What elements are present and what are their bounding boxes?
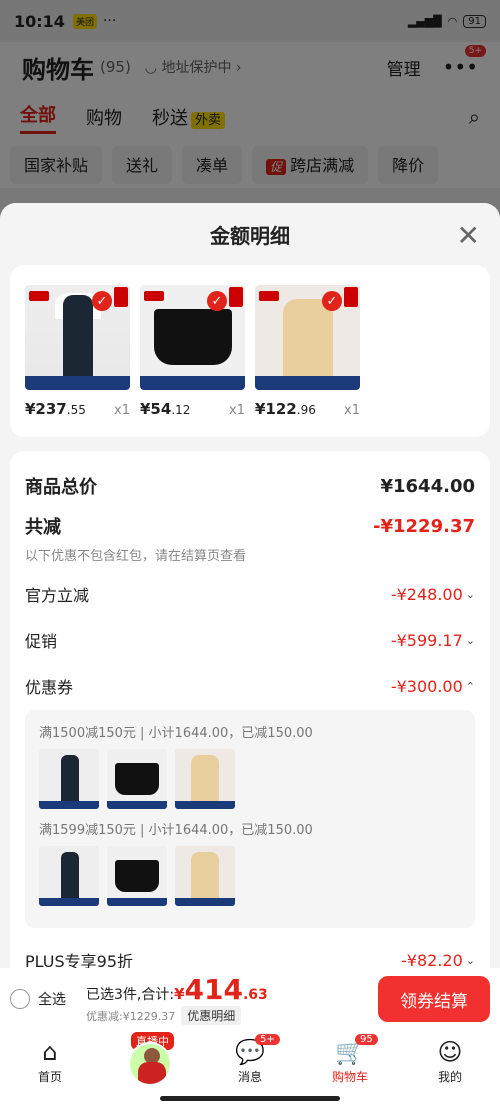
total-amount-decimal: .63 bbox=[242, 987, 268, 1003]
select-all-radio[interactable] bbox=[10, 989, 30, 1009]
coupon-detail-text: 满1500减150元 | 小计1644.00，已减150.00 bbox=[39, 726, 313, 741]
goods-qty: x1 bbox=[229, 403, 245, 418]
jacket-image: ✓ bbox=[255, 285, 360, 390]
coupon-thumbs bbox=[39, 749, 461, 809]
promo-value: -¥599.17 bbox=[390, 630, 463, 650]
live-avatar bbox=[128, 1042, 172, 1086]
total-label: 商品总价 bbox=[25, 477, 97, 498]
coupon-details: 满1500减150元 | 小计1644.00，已减150.00 满1599减15… bbox=[25, 710, 475, 928]
goods-item[interactable]: ✓ ¥237.55 x1 bbox=[25, 285, 130, 418]
goods-price: ¥122.96 bbox=[255, 400, 316, 418]
price-breakdown: 商品总价 ¥1644.00 共减 -¥1229.37 以下优惠不包含红包，请在结… bbox=[10, 451, 490, 1011]
reduce-note: 以下优惠不包含红包，请在结算页查看 bbox=[25, 549, 247, 564]
coupon-row[interactable]: 优惠券 -¥300.00 ⌃ bbox=[25, 674, 475, 698]
profile-icon: ☺ bbox=[437, 1038, 463, 1066]
total-row: 商品总价 ¥1644.00 bbox=[25, 467, 475, 505]
sheet-header: 金额明细 ✕ bbox=[0, 203, 500, 265]
check-icon: ✓ bbox=[207, 291, 227, 311]
jeans-image: ✓ bbox=[25, 285, 130, 390]
nav-label: 首页 bbox=[37, 1070, 62, 1084]
jeans-thumb bbox=[39, 749, 99, 809]
nav-badge: 5+ bbox=[255, 1034, 280, 1045]
check-icon: ✓ bbox=[92, 291, 112, 311]
goods-item[interactable]: ✓ ¥122.96 x1 bbox=[255, 285, 360, 418]
nav-label: 购物车 bbox=[331, 1070, 368, 1084]
official-value: -¥248.00 bbox=[390, 584, 463, 604]
nav-home[interactable]: ⌂ 首页 bbox=[15, 1036, 85, 1111]
sheet-title: 金额明细 bbox=[210, 223, 290, 248]
nav-label: 消息 bbox=[237, 1070, 262, 1084]
nav-badge: 95 bbox=[355, 1034, 378, 1045]
promo-row[interactable]: 促销 -¥599.17 ⌄ bbox=[25, 628, 475, 652]
underwear-thumb bbox=[107, 846, 167, 906]
check-icon: ✓ bbox=[322, 291, 342, 311]
official-row[interactable]: 官方立减 -¥248.00 ⌄ bbox=[25, 582, 475, 606]
total-value: ¥1644.00 bbox=[380, 475, 475, 497]
goods-qty: x1 bbox=[114, 403, 130, 418]
total-summary: 已选3件,合计: ¥ 414 .63 优惠减:¥1229.37 优惠明细 bbox=[86, 973, 268, 1025]
reduce-label: 共减 bbox=[25, 517, 61, 538]
goods-item[interactable]: ✓ ¥54.12 x1 bbox=[140, 285, 245, 418]
total-amount: 414 bbox=[184, 973, 243, 1006]
coupon-value: -¥300.00 bbox=[390, 676, 463, 696]
home-indicator bbox=[160, 1096, 340, 1101]
jacket-thumb bbox=[175, 749, 235, 809]
underwear-thumb bbox=[107, 749, 167, 809]
goods-qty: x1 bbox=[344, 403, 360, 418]
amount-detail-sheet: 金额明细 ✕ ✓ ¥237.55 x1 ✓ ¥54.12 x1 ✓ ¥122.96 x… bbox=[0, 203, 500, 1029]
select-all-label[interactable]: 全选 bbox=[38, 989, 66, 1009]
promo-label: 促销 bbox=[25, 632, 58, 651]
close-icon[interactable]: ✕ bbox=[457, 219, 480, 252]
goods-price: ¥237.55 bbox=[25, 400, 86, 418]
checkout-bar: 全选 已选3件,合计: ¥ 414 .63 优惠减:¥1229.37 优惠明细 … bbox=[0, 968, 500, 1030]
selected-label: 已选3件,合计: bbox=[86, 987, 175, 1003]
discount-amount: 优惠减:¥1229.37 bbox=[86, 1009, 176, 1023]
currency-symbol: ¥ bbox=[174, 985, 185, 1003]
selected-goods: ✓ ¥237.55 x1 ✓ ¥54.12 x1 ✓ ¥122.96 x1 bbox=[10, 265, 490, 437]
coupon-thumbs bbox=[39, 846, 461, 906]
jacket-thumb bbox=[175, 846, 235, 906]
official-label: 官方立减 bbox=[25, 586, 90, 605]
nav-profile[interactable]: ☺ 我的 bbox=[415, 1036, 485, 1111]
jeans-thumb bbox=[39, 846, 99, 906]
checkout-button[interactable]: 领券结算 bbox=[378, 976, 490, 1022]
chevron-up-icon: ⌃ bbox=[465, 679, 475, 693]
coupon-detail-text: 满1599减150元 | 小计1644.00，已减150.00 bbox=[39, 823, 313, 838]
nav-label: 我的 bbox=[437, 1070, 462, 1084]
chevron-down-icon: ⌄ bbox=[465, 953, 475, 967]
chevron-down-icon: ⌄ bbox=[465, 633, 475, 647]
discount-detail-button[interactable]: 优惠明细 bbox=[181, 1006, 242, 1025]
reduce-value: -¥1229.37 bbox=[373, 515, 475, 537]
reduce-row: 共减 -¥1229.37 bbox=[25, 513, 475, 539]
underwear-image: ✓ bbox=[140, 285, 245, 390]
coupon-label: 优惠券 bbox=[25, 678, 74, 697]
plus-value: -¥82.20 bbox=[401, 950, 463, 970]
home-icon: ⌂ bbox=[42, 1038, 58, 1066]
chevron-down-icon: ⌄ bbox=[465, 587, 475, 601]
goods-price: ¥54.12 bbox=[140, 400, 191, 418]
